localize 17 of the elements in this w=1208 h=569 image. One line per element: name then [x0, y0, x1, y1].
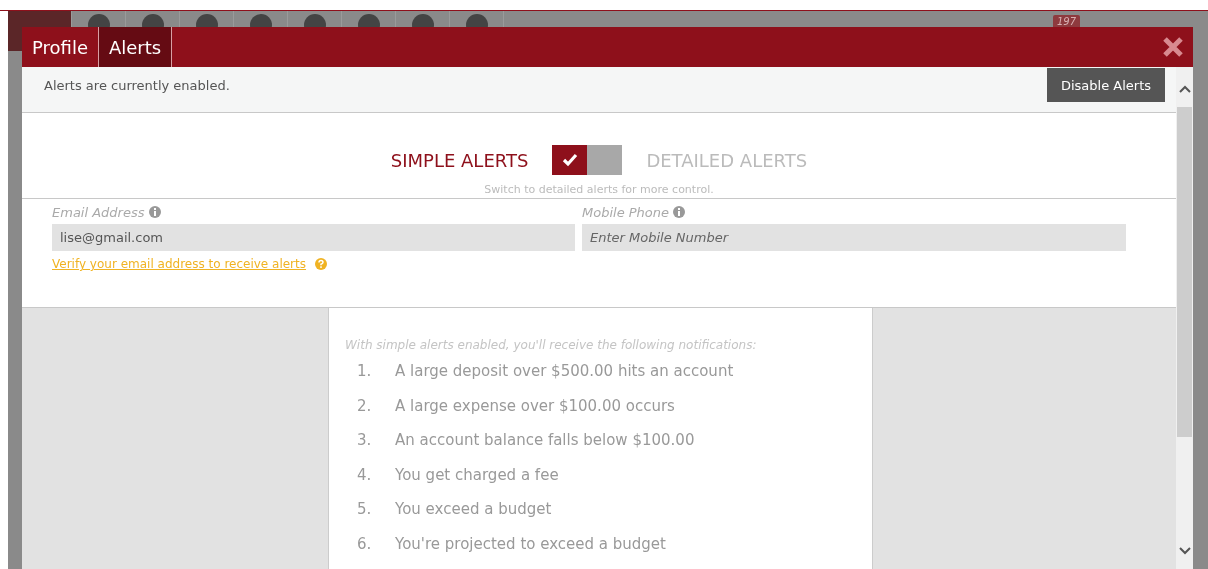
list-number: 2.: [356, 396, 373, 417]
notifications-intro: With simple alerts enabled, you'll receive the following notifications:: [345, 338, 758, 352]
notification-item: You're projected to exceed a budget: [395, 534, 666, 555]
field-label: Email Address: [52, 204, 145, 220]
notification-item: A large deposit over $500.00 hits an account: [395, 362, 734, 382]
status-text: Alerts are currently enabled.: [44, 78, 230, 93]
list-number: 5.: [356, 500, 373, 520]
notification-item: You exceed a budget: [395, 500, 552, 520]
list-number: 4.: [356, 465, 373, 486]
notification-item: An account balance falls below $100.00: [395, 431, 695, 451]
notification-item: You get charged a fee: [395, 465, 559, 486]
notification-item: A large expense over $100.00 occurs: [395, 396, 675, 417]
field-label: Mobile Phone: [582, 204, 670, 220]
list-number: 3.: [356, 431, 373, 451]
mode-hint: Switch to detailed alerts for more control.: [22, 183, 1176, 200]
list-number: 6.: [356, 534, 373, 555]
list-number: 1.: [356, 362, 373, 382]
